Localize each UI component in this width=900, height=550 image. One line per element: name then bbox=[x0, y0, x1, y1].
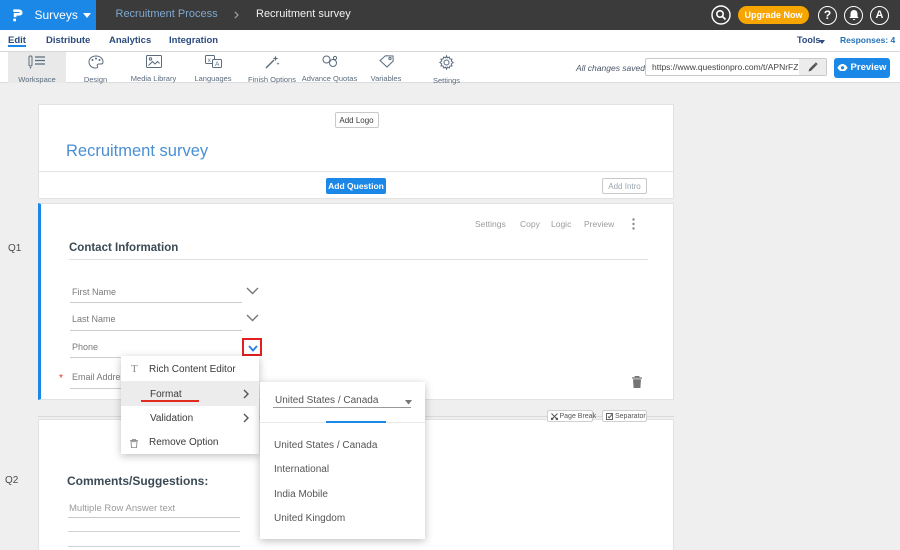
svg-text:A: A bbox=[215, 61, 220, 68]
svg-text:x: x bbox=[207, 58, 210, 64]
